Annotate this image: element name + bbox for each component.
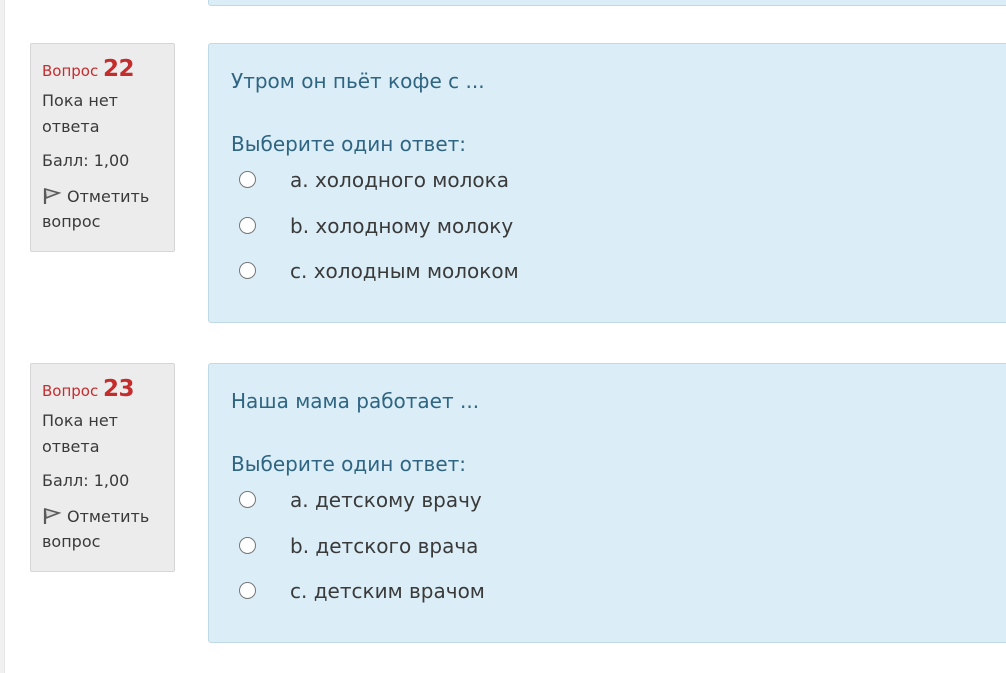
question-info-22: Вопрос 22 Пока нет ответа Балл: 1,00 Отм… xyxy=(30,43,175,252)
question-label: Вопрос xyxy=(42,62,99,80)
answer-label[interactable]: a. холодного молока xyxy=(290,167,509,193)
question-number: Вопрос 22 xyxy=(42,54,164,84)
answer-option-b[interactable]: b. детского врача xyxy=(239,534,739,567)
radio-button[interactable] xyxy=(239,217,256,234)
radio-button[interactable] xyxy=(239,491,256,508)
answer-label[interactable]: c. детским врачом xyxy=(290,578,485,604)
radio-button[interactable] xyxy=(239,262,256,279)
answer-label[interactable]: c. холодным молоком xyxy=(290,258,519,284)
question-state: Пока нет ответа xyxy=(42,91,118,136)
answer-option-b[interactable]: b. холодному молоку xyxy=(239,214,739,247)
question-number-value: 23 xyxy=(103,376,135,402)
answer-prompt: Выберите один ответ: xyxy=(231,452,467,476)
question-state: Пока нет ответа xyxy=(42,411,118,456)
answer-option-c[interactable]: c. детским врачом xyxy=(239,579,739,612)
question-info-23: Вопрос 23 Пока нет ответа Балл: 1,00 Отм… xyxy=(30,363,175,572)
question-label: Вопрос xyxy=(42,382,99,400)
answer-option-a[interactable]: a. детскому врачу xyxy=(239,488,739,521)
answer-label[interactable]: b. холодному молоку xyxy=(290,213,513,239)
question-number: Вопрос 23 xyxy=(42,374,164,404)
flag-question-link[interactable]: Отметить вопрос xyxy=(42,184,164,234)
flag-question-link[interactable]: Отметить вопрос xyxy=(42,504,164,554)
flag-icon xyxy=(42,187,62,205)
answer-option-c[interactable]: c. холодным молоком xyxy=(239,259,739,292)
question-number-value: 22 xyxy=(103,56,135,82)
answer-label[interactable]: a. детскому врачу xyxy=(290,487,482,513)
radio-button[interactable] xyxy=(239,171,256,188)
question-content-22: Утром он пьёт кофе с ... Выберите один о… xyxy=(208,43,1006,323)
page-left-border xyxy=(0,0,5,673)
radio-button[interactable] xyxy=(239,537,256,554)
radio-button[interactable] xyxy=(239,582,256,599)
question-grade: Балл: 1,00 xyxy=(42,471,130,490)
answer-option-a[interactable]: a. холодного молока xyxy=(239,168,739,201)
question-grade: Балл: 1,00 xyxy=(42,151,130,170)
flag-icon xyxy=(42,507,62,525)
question-text: Утром он пьёт кофе с ... xyxy=(231,69,485,93)
question-content-23: Наша мама работает ... Выберите один отв… xyxy=(208,363,1006,643)
answer-label[interactable]: b. детского врача xyxy=(290,533,478,559)
answer-prompt: Выберите один ответ: xyxy=(231,132,467,156)
previous-question-content xyxy=(208,0,1006,6)
question-text: Наша мама работает ... xyxy=(231,389,480,413)
